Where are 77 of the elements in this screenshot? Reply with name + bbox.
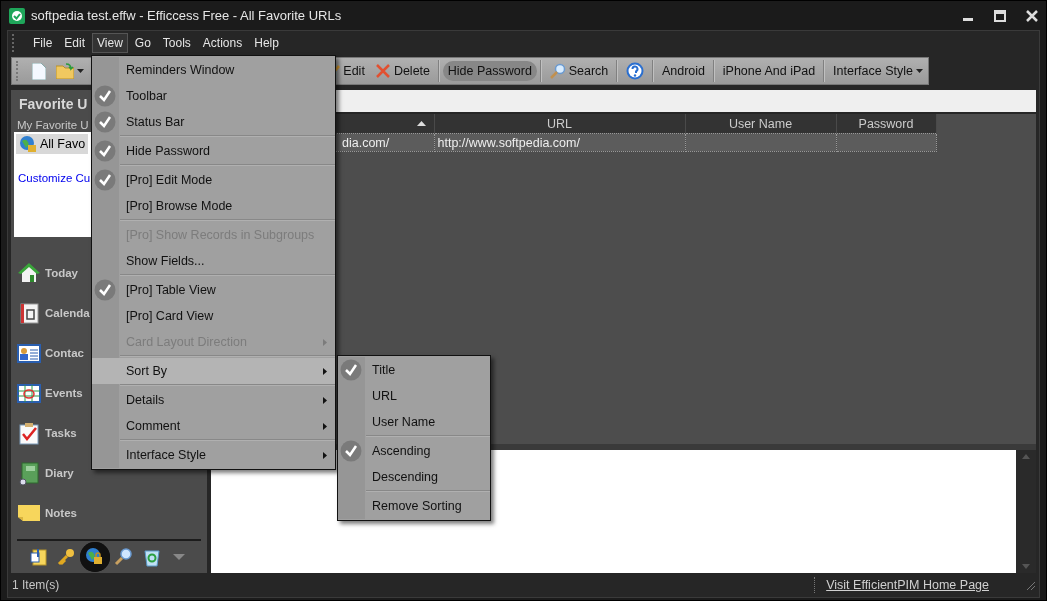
- scroll-down-icon: [1022, 564, 1030, 569]
- menu-item[interactable]: Go: [129, 33, 156, 53]
- clipboard-icon: [17, 421, 41, 445]
- menu-item[interactable]: URL: [338, 383, 490, 409]
- menu-item[interactable]: File: [28, 33, 58, 53]
- search-button[interactable]: Search: [544, 60, 614, 82]
- search-icon: [549, 63, 566, 79]
- globe-lock-icon: [19, 135, 37, 153]
- menu-item[interactable]: Remove Sorting: [338, 493, 490, 519]
- table-cell: dia.com/: [342, 135, 390, 150]
- house-icon: [17, 261, 41, 285]
- search-icon[interactable]: [114, 547, 134, 567]
- nav-item[interactable]: Contac: [17, 333, 84, 373]
- nav-item[interactable]: Today: [17, 253, 78, 293]
- menu-item[interactable]: Details: [92, 387, 335, 413]
- nav-item[interactable]: Tasks: [17, 413, 77, 453]
- app-logo-icon: [9, 7, 25, 24]
- menu-item[interactable]: Descending: [338, 464, 490, 490]
- menu-item[interactable]: Show Fields...: [92, 248, 335, 274]
- nav-item[interactable]: Events: [17, 373, 83, 413]
- toolbar-button[interactable]: Android: [656, 61, 710, 81]
- column-header[interactable]: Password: [836, 114, 936, 134]
- menu-item[interactable]: Interface Style: [92, 442, 335, 468]
- scrollbar[interactable]: [1016, 450, 1036, 573]
- calendar-icon: [17, 301, 41, 325]
- menu-item[interactable]: Ascending: [338, 438, 490, 464]
- resize-grip-icon: [1025, 580, 1035, 590]
- close-button[interactable]: [1026, 9, 1038, 22]
- folder-item[interactable]: All Favo: [16, 134, 89, 154]
- menu-item[interactable]: View: [92, 33, 128, 53]
- book-icon: [17, 461, 41, 485]
- table-cell: http://www.softpedia.com/: [434, 133, 685, 152]
- toolbar-button[interactable]: iPhone And iPad: [717, 61, 821, 81]
- menu-item[interactable]: [Pro] Table View: [92, 277, 335, 303]
- home-page-link[interactable]: Visit EfficientPIM Home Page: [826, 578, 989, 592]
- item-count: 1 Item(s): [12, 578, 61, 592]
- help-icon: [626, 62, 645, 80]
- menu-item[interactable]: [Pro] Card View: [92, 303, 335, 329]
- caret-icon[interactable]: [77, 69, 85, 73]
- menu-item[interactable]: Title: [338, 357, 490, 383]
- menu-item[interactable]: [Pro] Edit Mode: [92, 167, 335, 193]
- column-header[interactable]: URL: [434, 114, 685, 134]
- menu-item[interactable]: Toolbar: [92, 83, 335, 109]
- menu-item[interactable]: Hide Password: [92, 138, 335, 164]
- key-icon[interactable]: [56, 547, 77, 567]
- document-icon: [32, 62, 47, 80]
- contact-card-icon: [17, 341, 41, 365]
- delete-icon: [374, 63, 391, 79]
- menu-item[interactable]: Help: [249, 33, 284, 53]
- folder-icon: [56, 63, 75, 79]
- delete-button[interactable]: Delete: [369, 60, 435, 82]
- clipped-note-icon[interactable]: [28, 547, 49, 567]
- menu-item[interactable]: Sort By: [92, 358, 335, 384]
- globe-lock-icon[interactable]: [80, 542, 111, 572]
- dropdown-arrow-icon[interactable]: [172, 553, 187, 561]
- menu-item[interactable]: Status Bar: [92, 109, 335, 135]
- menu-item[interactable]: Edit: [59, 33, 91, 53]
- menu-item[interactable]: Actions: [197, 33, 248, 53]
- menu-item[interactable]: User Name: [338, 409, 490, 435]
- maximize-button[interactable]: [994, 9, 1006, 22]
- nav-item[interactable]: Calenda: [17, 293, 90, 333]
- menu-item[interactable]: Tools: [157, 33, 196, 53]
- scroll-up-icon: [1022, 454, 1030, 459]
- window-title: softpedia test.effw - Efficcess Free - All Favorite URLs: [31, 8, 343, 23]
- panel-title: Favorite U: [19, 96, 88, 112]
- menu-item[interactable]: Comment: [92, 413, 335, 439]
- menu-item[interactable]: [Pro] Browse Mode: [92, 193, 335, 219]
- nav-item[interactable]: Notes: [17, 493, 77, 533]
- recycle-bin-icon[interactable]: [141, 547, 162, 567]
- caret-icon: [915, 69, 923, 73]
- nav-item[interactable]: Diary: [17, 453, 74, 493]
- customize-link[interactable]: Customize Cu: [18, 172, 91, 184]
- dropdown-button[interactable]: Interface Style: [828, 61, 928, 81]
- column-header[interactable]: User Name: [685, 114, 836, 134]
- panel-subtitle: My Favorite U: [17, 119, 89, 131]
- grid-icon: [17, 381, 41, 405]
- toggle-button[interactable]: Hide Password: [442, 61, 537, 81]
